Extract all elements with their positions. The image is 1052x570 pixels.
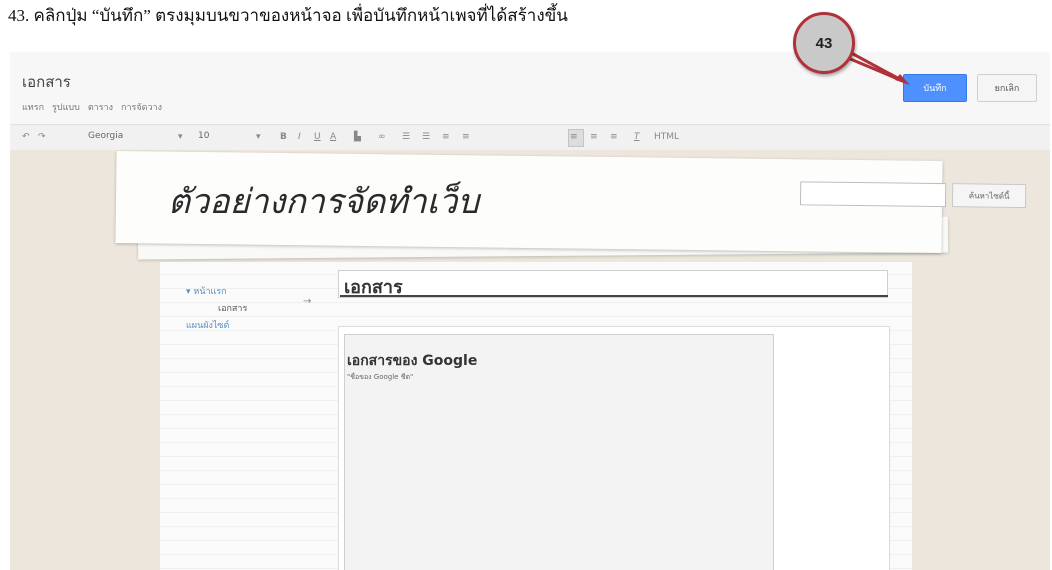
redo-icon[interactable]: ↷: [38, 132, 46, 142]
menu-insert[interactable]: แทรก: [22, 100, 44, 114]
page-title-underline: [340, 295, 888, 297]
numbered-list-icon[interactable]: ☰: [402, 132, 410, 142]
page-canvas: ค้นหาไซต์นี้ ตัวอย่างการจัดทำเว็บ ▾ หน้า…: [10, 150, 1050, 570]
align-left-icon[interactable]: ≡: [570, 132, 578, 142]
save-button[interactable]: บันทึก: [903, 74, 967, 102]
undo-icon[interactable]: ↶: [22, 132, 30, 142]
document-title: เอกสาร: [22, 73, 71, 91]
search-input[interactable]: [799, 181, 947, 208]
menu-table[interactable]: ตาราง: [88, 100, 113, 114]
font-dropdown-icon[interactable]: ▾: [178, 132, 183, 142]
site-title: ตัวอย่างการจัดทำเว็บ: [168, 182, 479, 222]
align-center-icon[interactable]: ≡: [590, 132, 598, 142]
editor-menu: แทรก รูปแบบ ตาราง การจัดวาง: [22, 100, 162, 114]
gadget-subtitle: "ชื่อของ Google ชีต": [347, 373, 414, 381]
formatting-toolbar: ↶ ↷ Georgia ▾ 10 ▾ B I U A ▙ ∞ ☰ ☰ ≡ ≡ ≡…: [10, 124, 1050, 152]
page-title-field[interactable]: [338, 270, 888, 298]
bold-icon[interactable]: B: [280, 132, 287, 142]
gadget-title: เอกสารของ Google: [347, 353, 478, 369]
sites-editor-screenshot: เอกสาร แทรก รูปแบบ ตาราง การจัดวาง บันทึ…: [10, 52, 1050, 570]
site-navigation: ▾ หน้าแรก เอกสาร แผนผังไซต์: [186, 284, 247, 332]
align-right-icon[interactable]: ≡: [610, 132, 618, 142]
font-size-select[interactable]: 10: [198, 131, 258, 141]
size-dropdown-icon[interactable]: ▾: [256, 132, 261, 142]
nav-item-document[interactable]: เอกสาร: [218, 301, 247, 315]
nav-home-label: หน้าแรก: [193, 287, 227, 297]
nav-item-home[interactable]: ▾ หน้าแรก: [186, 284, 247, 298]
text-color-icon[interactable]: A: [330, 132, 336, 142]
cancel-button[interactable]: ยกเลิก: [977, 74, 1037, 102]
menu-layout[interactable]: การจัดวาง: [121, 100, 162, 114]
step-callout: 43: [793, 12, 855, 74]
html-button[interactable]: HTML: [654, 132, 679, 142]
clear-format-icon[interactable]: T: [634, 132, 640, 142]
underline-icon[interactable]: U: [314, 132, 321, 142]
search-site-button[interactable]: ค้นหาไซต์นี้: [951, 183, 1027, 209]
highlight-icon[interactable]: ▙: [354, 132, 361, 142]
outdent-icon[interactable]: ≡: [442, 132, 450, 142]
pointer-arrow-icon: →: [303, 296, 312, 307]
editor-header: เอกสาร แทรก รูปแบบ ตาราง การจัดวาง บันทึ…: [10, 52, 1050, 124]
bulleted-list-icon[interactable]: ☰: [422, 132, 430, 142]
link-icon[interactable]: ∞: [378, 132, 386, 142]
instruction-text: 43. คลิกปุ่ม “บันทึก” ตรงมุมบนขวาของหน้า…: [8, 6, 568, 25]
nav-item-sitemap[interactable]: แผนผังไซต์: [186, 318, 247, 332]
italic-icon[interactable]: I: [298, 132, 301, 142]
menu-format[interactable]: รูปแบบ: [52, 100, 80, 114]
indent-icon[interactable]: ≡: [462, 132, 470, 142]
font-select[interactable]: Georgia: [88, 131, 180, 141]
